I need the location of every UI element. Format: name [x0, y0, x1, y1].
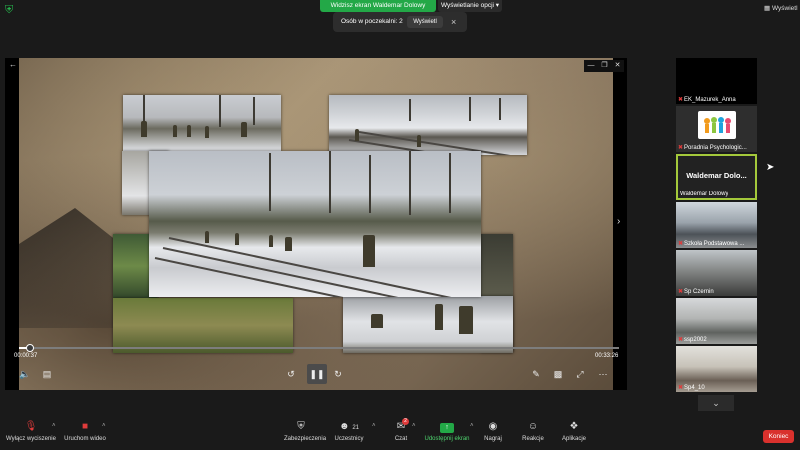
mic-off-icon: ✖	[678, 337, 684, 343]
video-progress-knob[interactable]	[26, 344, 34, 352]
photo-soldiers-aiming	[343, 296, 513, 353]
participant-display-name: Waldemar Dolo...	[686, 171, 747, 180]
share-screen-label: Udostępnij ekran	[424, 436, 470, 442]
unmute-button[interactable]: 🎙 Wyłącz wyciszenie	[4, 420, 58, 444]
waiting-room-notice: Osób w poczekalni: 2 Wyświetl ×	[333, 12, 467, 32]
participant-name: ✖Sp4_10	[678, 385, 705, 391]
people-logo-icon	[704, 117, 731, 133]
start-video-label: Uruchom wideo	[64, 436, 106, 442]
apps-icon: ❖	[569, 421, 579, 432]
record-icon: ◉	[488, 421, 498, 432]
security-button[interactable]: ⛨ Zabezpieczenia	[284, 420, 327, 444]
encryption-shield-icon[interactable]: ⛨	[5, 4, 17, 16]
participants-label: Uczestnicy	[334, 436, 364, 442]
emoji-icon: ☺	[527, 421, 539, 432]
mic-off-icon: ✖	[678, 97, 684, 103]
participant-tile[interactable]: ✖Sp Czernin	[676, 250, 757, 296]
audio-options-caret-icon[interactable]: ˄	[52, 423, 56, 429]
end-meeting-button[interactable]: Koniec	[763, 430, 794, 443]
participant-tile[interactable]: ✖Szkoła Podstawowa ...	[676, 202, 757, 248]
mic-off-icon: ✖	[678, 145, 684, 151]
participants-button[interactable]: ☻ 21 Uczestnicy	[334, 420, 364, 444]
participant-tile[interactable]: ✖ssp2002	[676, 298, 757, 344]
volume-icon[interactable]: 🔈	[18, 367, 32, 381]
forward-30-icon[interactable]: ↻	[331, 367, 345, 381]
photo-railway-snow	[329, 95, 527, 155]
participants-caret-icon[interactable]: ˄	[372, 423, 376, 429]
share-screen-button[interactable]: ↑ Udostępnij ekran	[424, 420, 470, 444]
video-current-time: 00:00:37	[14, 353, 38, 359]
video-options-caret-icon[interactable]: ˄	[102, 423, 106, 429]
security-label: Zabezpieczenia	[284, 436, 327, 442]
organization-logo	[698, 111, 736, 139]
participant-name: ✖Sp Czernin	[678, 289, 714, 295]
close-icon[interactable]: ×	[451, 12, 456, 32]
participant-name: ✖Poradnia Psychologic...	[678, 145, 747, 151]
subtitles-icon[interactable]: ▤	[40, 367, 54, 381]
participant-name: Waldemar Dolowy	[680, 191, 729, 197]
pen-icon[interactable]: ✎	[529, 367, 543, 381]
share-screen-icon: ↑	[424, 420, 470, 434]
view-label: Wyświetl	[771, 5, 798, 12]
record-button[interactable]: ◉ Nagraj	[482, 420, 504, 444]
participant-tile[interactable]: ✖Poradnia Psychologic...	[676, 106, 757, 152]
participant-name: ✖Szkoła Podstawowa ...	[678, 241, 745, 247]
rewind-10-icon[interactable]: ↺	[284, 367, 298, 381]
back-arrow-icon[interactable]: ←	[9, 60, 17, 69]
fullscreen-icon[interactable]: ⤢	[573, 367, 587, 381]
view-options-label: Wyświetlanie opcji	[440, 2, 494, 9]
photo-forest-floor	[113, 298, 293, 353]
window-controls[interactable]: — ❐ ✕	[584, 60, 624, 72]
people-icon: ☻ 21	[339, 421, 359, 432]
participant-tile[interactable]: ✖EK_Mazurek_Anna	[676, 58, 757, 104]
chat-label: Czat	[394, 436, 408, 442]
meeting-toolbar: 🎙 Wyłącz wyciszenie ˄ ■ Uruchom wideo ˄ …	[0, 418, 800, 450]
gallery-scroll-down-icon[interactable]: ⌄	[698, 395, 734, 411]
mic-off-icon: ✖	[678, 289, 684, 295]
more-options-icon[interactable]: ⋯	[596, 367, 610, 381]
unmute-label: Wyłącz wyciszenie	[6, 436, 56, 442]
restore-icon[interactable]: ❐	[601, 60, 607, 72]
mic-off-icon: ✖	[678, 241, 684, 247]
view-button[interactable]: ▦ Wyświetl	[764, 3, 798, 15]
pause-icon[interactable]: ❚❚	[307, 364, 327, 384]
share-caret-icon[interactable]: ˄	[470, 423, 474, 429]
shared-screen: ← — ❐ ✕ › 00:00:37 00:33:26 🔈 ▤ ↺ ❚❚ ↻ ✎…	[5, 58, 627, 390]
apps-label: Aplikacje	[561, 436, 586, 442]
participant-name: ✖EK_Mazurek_Anna	[678, 97, 736, 103]
participants-count: 21	[352, 425, 359, 431]
record-label: Nagraj	[484, 436, 502, 442]
chat-badge: 2	[402, 418, 409, 425]
view-options-menu[interactable]: Wyświetlanie opcji ▾	[438, 0, 502, 12]
reactions-button[interactable]: ☺ Reakcje	[520, 420, 546, 444]
participant-tile[interactable]: ✖Sp4_10	[676, 346, 757, 392]
close-window-icon[interactable]: ✕	[615, 60, 621, 72]
photo-soldiers-railway-main	[149, 151, 481, 297]
chat-caret-icon[interactable]: ˄	[412, 423, 416, 429]
minimize-icon[interactable]: —	[587, 60, 594, 72]
waiting-room-view-button[interactable]: Wyświetl	[407, 16, 443, 28]
participant-tile-active-speaker[interactable]: Waldemar Dolo... Waldemar Dolowy	[676, 154, 757, 200]
next-arrow-icon[interactable]: ›	[617, 216, 625, 227]
chat-button[interactable]: ✉ 2 Czat	[392, 418, 410, 444]
apps-button[interactable]: ❖ Aplikacje	[560, 420, 588, 444]
photo-soldiers-forest	[123, 95, 281, 151]
mic-off-icon: 🎙	[24, 421, 38, 432]
participant-name: ✖ssp2002	[678, 337, 707, 343]
video-progress-bar[interactable]	[19, 344, 619, 352]
security-icon: ⛨	[297, 421, 305, 432]
share-banner: Widzisz ekran Waldemar Dolowy	[320, 0, 436, 12]
mouse-cursor-icon: ➤	[766, 162, 775, 173]
mic-off-icon: ✖	[678, 385, 684, 391]
reactions-label: Reakcje	[522, 436, 544, 442]
waiting-room-text: Osób w poczekalni: 2	[341, 18, 403, 25]
video-total-time: 00:33:26	[595, 353, 619, 359]
miniplayer-icon[interactable]: ▩	[551, 367, 565, 381]
